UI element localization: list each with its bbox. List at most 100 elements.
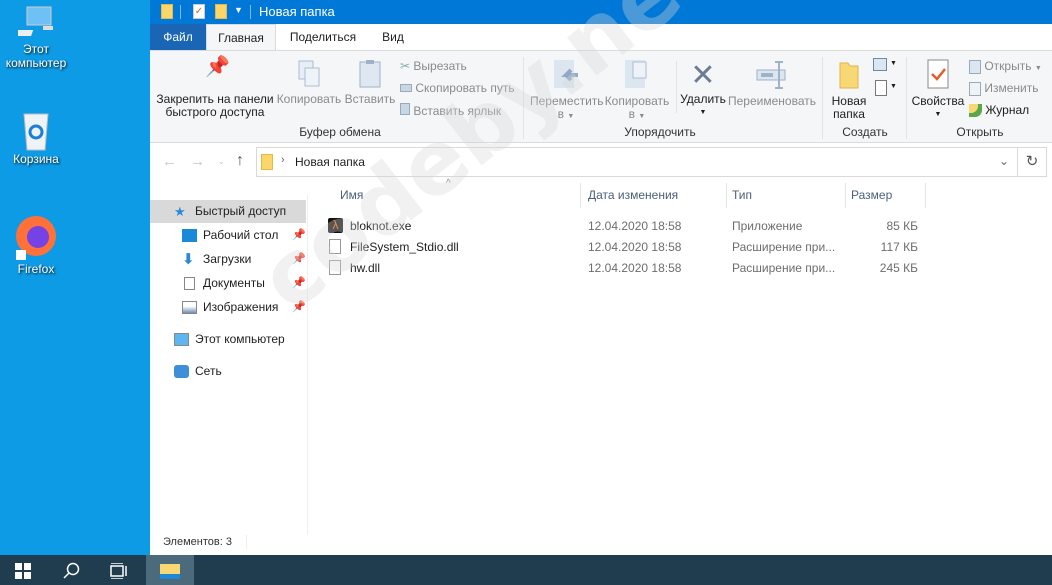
properties-quick-icon[interactable]: ✓: [193, 4, 205, 19]
firefox-icon: [16, 216, 56, 260]
scissors-icon: ✂: [400, 59, 411, 73]
dropdown-arrow-icon: ▼: [699, 109, 707, 116]
column-header-size[interactable]: Размер: [851, 188, 892, 202]
nav-pictures[interactable]: Изображения 📌: [150, 296, 306, 319]
copy-to-label: в: [628, 107, 636, 121]
back-button[interactable]: ←: [162, 153, 177, 170]
task-view-icon[interactable]: [110, 563, 128, 579]
nav-desktop[interactable]: Рабочий стол 📌: [150, 224, 306, 247]
copy-button[interactable]: Копировать: [276, 59, 342, 106]
paste-shortcut-button[interactable]: Вставить ярлык: [400, 103, 501, 118]
nav-documents[interactable]: Документы 📌: [150, 272, 306, 295]
file-explorer-icon: [160, 564, 180, 579]
new-folder-quick-icon[interactable]: [215, 4, 227, 19]
column-header-date[interactable]: Дата изменения: [588, 188, 678, 202]
delete-button[interactable]: ✕ Удалить ▼: [678, 59, 728, 119]
group-create-label: Создать: [842, 125, 888, 139]
tab-home[interactable]: Главная: [206, 24, 276, 51]
edit-label: Изменить: [984, 81, 1039, 95]
breadcrumb-chevron-icon: ›: [281, 154, 285, 166]
desktop-icon-recycle-bin[interactable]: Корзина: [0, 110, 76, 166]
nav-network[interactable]: Сеть: [150, 360, 306, 383]
history-button[interactable]: Журнал: [969, 103, 1030, 118]
copy-path-button[interactable]: Скопировать путь: [400, 81, 515, 95]
cut-button[interactable]: ✂ Вырезать: [400, 59, 467, 73]
paste-button[interactable]: Вставить: [344, 59, 396, 106]
desktop-icon: [182, 229, 197, 242]
delete-x-icon: ✕: [690, 59, 716, 92]
customize-quick-access-icon[interactable]: ▼: [234, 5, 243, 15]
ribbon: 📌 Закрепить на панели быстрого доступа К…: [150, 50, 1052, 143]
move-label: в: [557, 107, 565, 121]
history-label: Журнал: [985, 103, 1030, 117]
nav-this-pc[interactable]: Этот компьютер: [150, 328, 306, 351]
address-dropdown-icon[interactable]: ⌄: [999, 154, 1009, 168]
column-header-name[interactable]: Имя: [340, 188, 363, 202]
new-item-icon[interactable]: [873, 58, 887, 71]
copy-to-button[interactable]: Копировать в ▼: [603, 59, 671, 123]
recycle-bin-icon: [23, 113, 49, 151]
network-icon: [174, 365, 189, 378]
file-size: 85 КБ: [886, 219, 918, 233]
nav-label: Рабочий стол: [203, 228, 279, 242]
search-icon[interactable]: [62, 562, 80, 580]
file-row[interactable]: FileSystem_Stdio.dll 12.04.2020 18:58 Расш…: [320, 238, 930, 258]
forward-button[interactable]: →: [190, 153, 205, 170]
dropdown-arrow-icon: ▼: [567, 113, 575, 120]
up-button[interactable]: ↑: [236, 152, 244, 170]
windows-start-icon[interactable]: [15, 563, 31, 579]
dropdown-arrow-icon: ▼: [1034, 65, 1042, 72]
divider: [580, 183, 581, 208]
pin-icon[interactable]: 📌: [292, 272, 306, 295]
open-icon: [969, 59, 981, 74]
divider: [250, 5, 251, 19]
ribbon-tabs: Файл Главная Поделиться Вид: [150, 24, 1052, 51]
file-row[interactable]: hw.dll 12.04.2020 18:58 Расширение при... 2…: [320, 259, 930, 279]
pin-icon: 📌: [205, 56, 230, 78]
file-row[interactable]: λ bloknot.exe 12.04.2020 18:58 Приложение 85…: [320, 217, 930, 237]
new-folder-button[interactable]: Новая папка: [826, 59, 872, 121]
edit-button[interactable]: Изменить: [969, 81, 1038, 96]
desktop-icon-this-pc[interactable]: Этот компьютер: [0, 6, 76, 70]
dropdown-arrow-icon: ▼: [890, 60, 897, 67]
pin-icon[interactable]: 📌: [292, 248, 306, 271]
rename-label: Переименовать: [728, 94, 816, 108]
nav-downloads[interactable]: ⬇ Загрузки 📌: [150, 248, 306, 271]
pin-icon[interactable]: 📌: [292, 296, 306, 319]
tab-file[interactable]: Файл: [150, 24, 206, 50]
open-button[interactable]: Открыть ▼: [969, 59, 1042, 74]
recent-locations-button[interactable]: ⌄: [218, 157, 225, 166]
move-to-button[interactable]: Переместить в ▼: [530, 59, 604, 123]
pin-icon[interactable]: 📌: [292, 224, 306, 247]
column-header-type[interactable]: Тип: [732, 188, 752, 202]
desktop-icon-label: Этот компьютер: [5, 42, 67, 70]
tab-view[interactable]: Вид: [368, 24, 418, 50]
file-type: Приложение: [732, 219, 803, 233]
folder-icon: [161, 4, 173, 19]
properties-button[interactable]: Свойства ▼: [910, 59, 966, 121]
easy-access-icon[interactable]: [875, 80, 887, 96]
file-date: 12.04.2020 18:58: [588, 261, 682, 275]
tab-share[interactable]: Поделиться: [278, 24, 368, 50]
title-bar[interactable]: ✓ ▼ Новая папка: [150, 0, 1052, 24]
nav-quick-access[interactable]: ★ Быстрый доступ: [150, 200, 306, 223]
taskbar-file-explorer[interactable]: [146, 555, 194, 585]
computer-icon: [174, 333, 189, 346]
dll-icon: [329, 239, 341, 254]
nav-label: Изображения: [203, 300, 279, 314]
file-name: hw.dll: [350, 261, 381, 275]
dropdown-arrow-icon: ▼: [890, 83, 897, 90]
properties-label: Свойства: [911, 94, 965, 108]
rename-button[interactable]: Переименовать: [728, 59, 816, 108]
window-title: Новая папка: [259, 4, 335, 19]
desktop-icon-firefox[interactable]: Firefox: [0, 212, 76, 276]
exe-icon: λ: [328, 218, 343, 233]
star-icon: ★: [174, 204, 186, 219]
address-bar[interactable]: › Новая папка ⌄: [256, 147, 1018, 177]
refresh-button[interactable]: ↻: [1017, 147, 1047, 177]
pictures-icon: [182, 301, 197, 314]
divider: [822, 57, 823, 139]
breadcrumb-current[interactable]: Новая папка: [295, 155, 365, 169]
pin-to-quick-access-button[interactable]: 📌 Закрепить на панели быстрого доступа: [156, 56, 274, 119]
file-type: Расширение при...: [732, 240, 836, 254]
